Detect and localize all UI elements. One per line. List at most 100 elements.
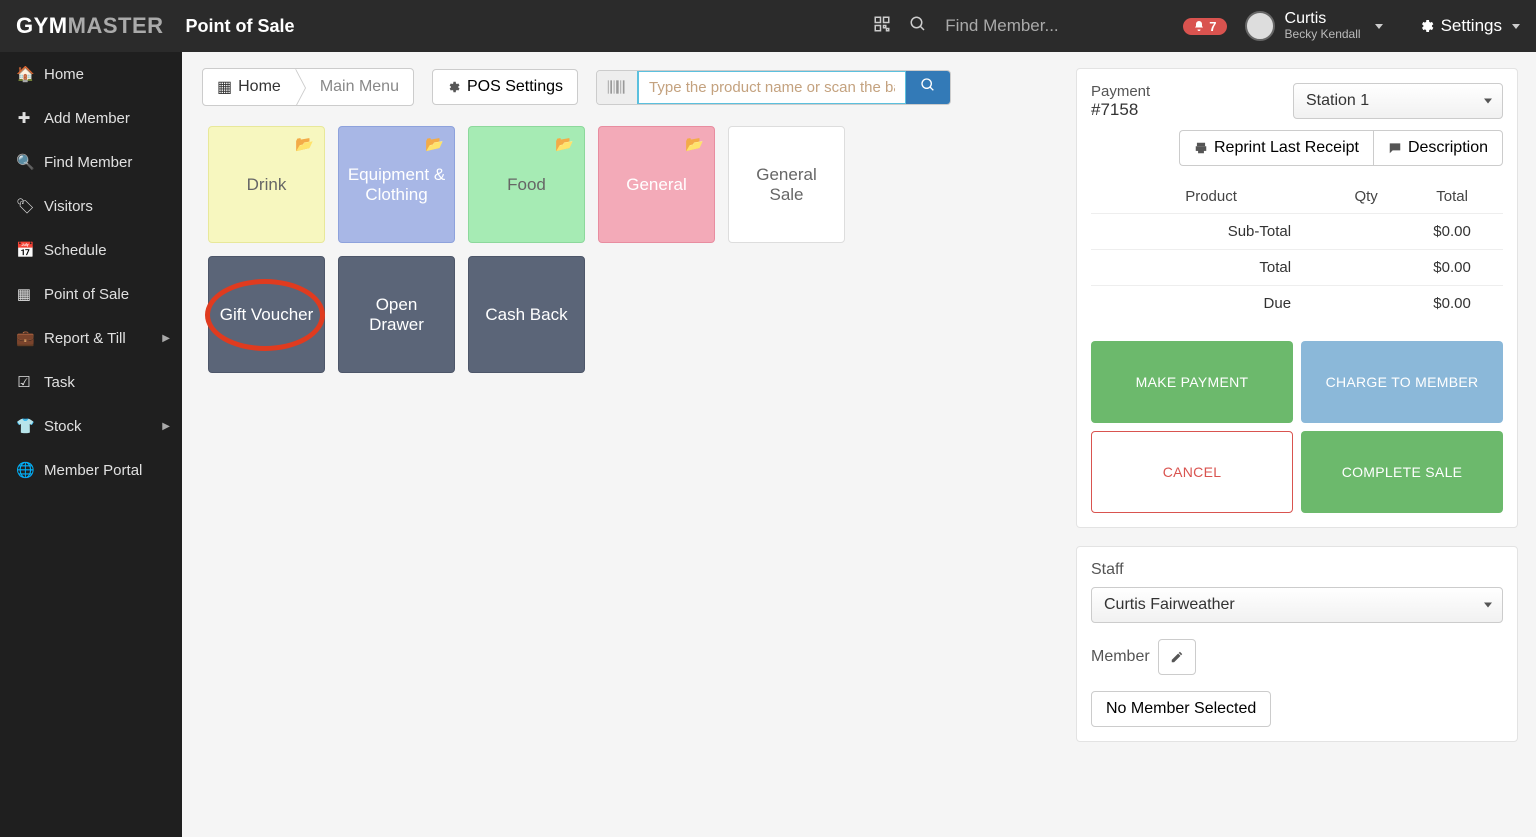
pencil-icon [1170, 650, 1184, 664]
charge-to-member-button[interactable]: CHARGE TO MEMBER [1301, 341, 1503, 423]
reprint-receipt-button[interactable]: Reprint Last Receipt [1179, 130, 1373, 166]
description-button[interactable]: Description [1373, 130, 1503, 166]
tile-gift-voucher[interactable]: Gift Voucher [208, 256, 325, 373]
print-icon [1194, 141, 1208, 155]
user-name: Curtis [1285, 10, 1361, 28]
tile-label: Food [507, 175, 546, 195]
sidebar-item-label: Stock [44, 418, 82, 435]
tile-drink[interactable]: 📂 Drink [208, 126, 325, 243]
row-due-label: Due [1091, 286, 1331, 322]
grid-icon: ▦ [16, 285, 32, 303]
staff-label: Staff [1091, 561, 1503, 579]
tile-general-sale[interactable]: General Sale [728, 126, 845, 243]
payment-id: #7158 [1091, 100, 1150, 120]
sidebar-item-label: Find Member [44, 154, 132, 171]
sidebar-item-label: Visitors [44, 198, 93, 215]
logo-bold: GYM [16, 13, 68, 38]
tile-general[interactable]: 📂 General [598, 126, 715, 243]
row-total-label: Total [1091, 250, 1331, 286]
settings-label: Settings [1441, 16, 1502, 36]
chevron-right-icon: ▶ [162, 333, 170, 344]
folder-icon: 📂 [555, 135, 574, 153]
sidebar-item-member-portal[interactable]: 🌐 Member Portal [0, 448, 182, 492]
gear-icon [447, 80, 461, 94]
member-label: Member [1091, 648, 1150, 666]
station-value: Station 1 [1306, 92, 1369, 109]
tile-label: Drink [247, 175, 287, 195]
folder-icon: 📂 [425, 135, 444, 153]
sidebar-item-stock[interactable]: 👕 Stock ▶ [0, 404, 182, 448]
topbar: GYMMASTER Point of Sale 7 Curtis Becky K… [0, 0, 1536, 52]
tile-label: General Sale [737, 165, 836, 205]
find-member-input[interactable] [945, 16, 1165, 36]
sidebar-item-schedule[interactable]: 📅 Schedule [0, 228, 182, 272]
qr-icon[interactable] [873, 15, 891, 38]
reprint-label: Reprint Last Receipt [1214, 139, 1359, 157]
make-payment-button[interactable]: MAKE PAYMENT [1091, 341, 1293, 423]
pos-settings-label: POS Settings [467, 78, 563, 96]
notification-badge[interactable]: 7 [1183, 18, 1226, 35]
station-select[interactable]: Station 1 [1293, 83, 1503, 119]
breadcrumb-label: Main Menu [310, 78, 399, 96]
logo[interactable]: GYMMASTER [16, 13, 164, 39]
payment-label: Payment [1091, 83, 1150, 100]
sidebar-item-home[interactable]: 🏠Home [0, 52, 182, 96]
payment-card: Payment #7158 Station 1 Reprint Last Rec… [1076, 68, 1518, 528]
description-label: Description [1408, 139, 1488, 157]
order-table: Product Qty Total Sub-Total$0.00 Total$0… [1091, 180, 1503, 321]
pos-settings-button[interactable]: POS Settings [432, 69, 578, 105]
tile-label: Gift Voucher [220, 305, 314, 325]
tile-label: General [626, 175, 686, 195]
toolbar: ▦ Home Main Menu POS Settings [202, 68, 1046, 106]
sidebar-item-visitors[interactable]: 🏷 Visitors [0, 184, 182, 228]
user-menu[interactable]: Curtis Becky Kendall [1245, 10, 1383, 42]
search-icon[interactable] [909, 15, 927, 38]
tshirt-icon: 👕 [16, 417, 32, 435]
edit-member-button[interactable] [1158, 639, 1196, 675]
barcode-icon [597, 71, 638, 104]
no-member-button[interactable]: No Member Selected [1091, 691, 1271, 727]
complete-sale-button[interactable]: COMPLETE SALE [1301, 431, 1503, 513]
product-search-input[interactable] [637, 70, 907, 105]
sidebar-item-task[interactable]: ☑Task [0, 360, 182, 404]
product-search-button[interactable] [906, 71, 950, 104]
row-subtotal-value: $0.00 [1401, 214, 1503, 250]
tile-label: Equipment & Clothing [347, 165, 446, 205]
breadcrumb-main-menu[interactable]: Main Menu [295, 69, 413, 105]
breadcrumb: ▦ Home Main Menu [202, 68, 414, 106]
sidebar-item-label: Report & Till [44, 330, 126, 347]
product-search-group [596, 70, 951, 105]
tile-label: Cash Back [485, 305, 567, 325]
settings-link[interactable]: Settings [1419, 16, 1520, 36]
right-panel: Payment #7158 Station 1 Reprint Last Rec… [1066, 52, 1536, 837]
sidebar-item-report-till[interactable]: 💼Report & Till▶ [0, 316, 182, 360]
chevron-down-icon [1512, 24, 1520, 29]
tile-grid: 📂 Drink 📂 Equipment & Clothing 📂 Food 📂 … [208, 126, 968, 373]
sidebar: 🏠Home ✚Add Member 🔍 Find Member 🏷 Visitors… [0, 52, 182, 837]
tile-food[interactable]: 📂 Food [468, 126, 585, 243]
sidebar-item-label: Point of Sale [44, 286, 129, 303]
staff-card: Staff Curtis Fairweather Member No Membe… [1076, 546, 1518, 742]
sidebar-item-point-of-sale[interactable]: ▦ Point of Sale [0, 272, 182, 316]
calendar-icon: 📅 [16, 241, 32, 259]
sidebar-item-label: Member Portal [44, 462, 142, 479]
tile-equipment-clothing[interactable]: 📂 Equipment & Clothing [338, 126, 455, 243]
sidebar-item-label: Schedule [44, 242, 107, 259]
sidebar-item-add-member[interactable]: ✚Add Member [0, 96, 182, 140]
globe-icon: 🌐 [16, 461, 32, 479]
col-total: Total [1401, 180, 1503, 214]
sidebar-item-label: Add Member [44, 110, 130, 127]
staff-select[interactable]: Curtis Fairweather [1091, 587, 1503, 623]
tags-icon: 🏷 [16, 197, 32, 215]
search-icon: 🔍 [16, 153, 32, 171]
tile-cash-back[interactable]: Cash Back [468, 256, 585, 373]
chevron-right-icon: ▶ [162, 421, 170, 432]
tile-open-drawer[interactable]: Open Drawer [338, 256, 455, 373]
sidebar-item-find-member[interactable]: 🔍 Find Member [0, 140, 182, 184]
breadcrumb-home[interactable]: ▦ Home [203, 69, 295, 105]
avatar [1245, 11, 1275, 41]
row-due-value: $0.00 [1401, 286, 1503, 322]
page-title: Point of Sale [186, 16, 295, 37]
cancel-button[interactable]: CANCEL [1091, 431, 1293, 513]
logo-light: MASTER [68, 13, 164, 38]
